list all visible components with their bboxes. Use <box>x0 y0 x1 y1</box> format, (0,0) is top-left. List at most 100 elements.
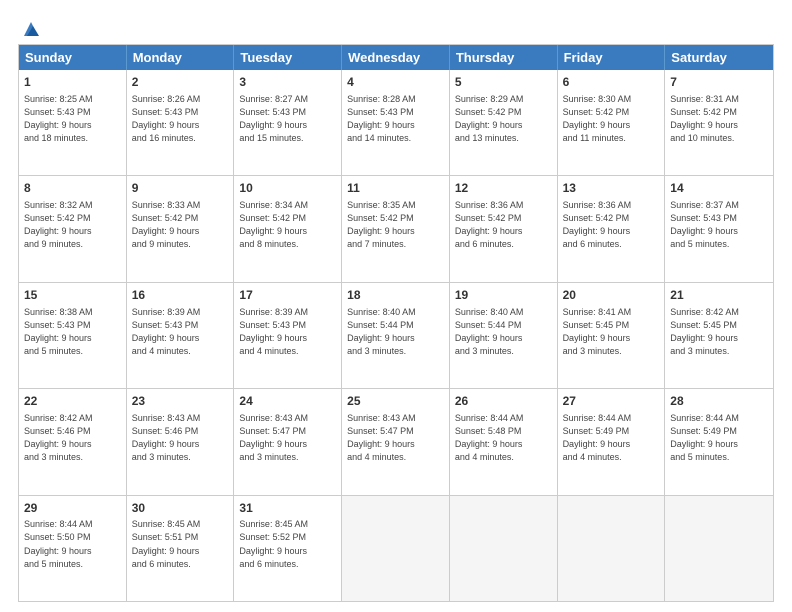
day-cell-8: 8 Sunrise: 8:32 AM Sunset: 5:42 PM Daylig… <box>19 176 127 281</box>
cell-info: Sunrise: 8:36 AM Sunset: 5:42 PM Dayligh… <box>455 199 552 251</box>
day-cell-18: 18Sunrise: 8:40 AM Sunset: 5:44 PM Dayli… <box>342 283 450 388</box>
cell-info: Sunrise: 8:29 AM Sunset: 5:42 PM Dayligh… <box>455 93 552 145</box>
day-cell-19: 19 Sunrise: 8:40 AM Sunset: 5:44 PM Dayli… <box>450 283 558 388</box>
day-cell-23: 23 Sunrise: 8:43 AM Sunset: 5:46 PM Dayli… <box>127 389 235 494</box>
page: SundayMondayTuesdayWednesdayThursdayFrid… <box>0 0 792 612</box>
cell-info: Sunrise: 8:32 AM Sunset: 5:42 PM Dayligh… <box>24 199 121 251</box>
empty-cell <box>450 496 558 601</box>
day-number: 16 <box>132 287 229 304</box>
day-cell-6: 6Sunrise: 8:30 AM Sunset: 5:42 PM Daylig… <box>558 70 666 175</box>
day-number: 24 <box>239 393 336 410</box>
day-number: 14 <box>670 180 768 197</box>
day-number: 1 <box>24 74 121 91</box>
day-number: 8 <box>24 180 121 197</box>
day-cell-24: 24 Sunrise: 8:43 AM Sunset: 5:47 PM Dayli… <box>234 389 342 494</box>
day-cell-17: 17 Sunrise: 8:39 AM Sunset: 5:43 PM Dayli… <box>234 283 342 388</box>
day-number: 5 <box>455 74 552 91</box>
cell-info: Sunrise: 8:38 AM Sunset: 5:43 PM Dayligh… <box>24 306 121 358</box>
cell-info: Sunrise: 8:28 AM Sunset: 5:43 PM Dayligh… <box>347 93 444 145</box>
day-number: 22 <box>24 393 121 410</box>
cell-info: Sunrise: 8:30 AM Sunset: 5:42 PM Dayligh… <box>563 93 660 145</box>
day-number: 4 <box>347 74 444 91</box>
header-day-sunday: Sunday <box>19 45 127 70</box>
day-number: 20 <box>563 287 660 304</box>
day-number: 10 <box>239 180 336 197</box>
cell-info: Sunrise: 8:44 AM Sunset: 5:48 PM Dayligh… <box>455 412 552 464</box>
day-cell-27: 27 Sunrise: 8:44 AM Sunset: 5:49 PM Dayli… <box>558 389 666 494</box>
day-cell-22: 22 Sunrise: 8:42 AM Sunset: 5:46 PM Dayli… <box>19 389 127 494</box>
cell-info: Sunrise: 8:31 AM Sunset: 5:42 PM Dayligh… <box>670 93 768 145</box>
header <box>18 18 774 36</box>
day-number: 11 <box>347 180 444 197</box>
cell-info: Sunrise: 8:26 AM Sunset: 5:43 PM Dayligh… <box>132 93 229 145</box>
day-number: 3 <box>239 74 336 91</box>
day-cell-11: 11 Sunrise: 8:35 AM Sunset: 5:42 PM Dayli… <box>342 176 450 281</box>
day-number: 12 <box>455 180 552 197</box>
day-cell-1: 1Sunrise: 8:25 AM Sunset: 5:43 PM Daylig… <box>19 70 127 175</box>
calendar-body: 1Sunrise: 8:25 AM Sunset: 5:43 PM Daylig… <box>19 70 773 601</box>
header-day-friday: Friday <box>558 45 666 70</box>
cell-info: Sunrise: 8:34 AM Sunset: 5:42 PM Dayligh… <box>239 199 336 251</box>
day-cell-10: 10 Sunrise: 8:34 AM Sunset: 5:42 PM Dayli… <box>234 176 342 281</box>
cell-info: Sunrise: 8:43 AM Sunset: 5:47 PM Dayligh… <box>239 412 336 464</box>
day-cell-14: 14 Sunrise: 8:37 AM Sunset: 5:43 PM Dayli… <box>665 176 773 281</box>
cell-info: Sunrise: 8:44 AM Sunset: 5:49 PM Dayligh… <box>563 412 660 464</box>
day-cell-29: 29Sunrise: 8:44 AM Sunset: 5:50 PM Dayli… <box>19 496 127 601</box>
day-number: 29 <box>24 500 121 517</box>
logo <box>18 18 42 36</box>
logo-icon <box>20 18 42 40</box>
cell-info: Sunrise: 8:40 AM Sunset: 5:44 PM Dayligh… <box>455 306 552 358</box>
cell-info: Sunrise: 8:37 AM Sunset: 5:43 PM Dayligh… <box>670 199 768 251</box>
day-number: 30 <box>132 500 229 517</box>
day-cell-13: 13Sunrise: 8:36 AM Sunset: 5:42 PM Dayli… <box>558 176 666 281</box>
calendar-row-1: 1Sunrise: 8:25 AM Sunset: 5:43 PM Daylig… <box>19 70 773 175</box>
header-day-tuesday: Tuesday <box>234 45 342 70</box>
cell-info: Sunrise: 8:45 AM Sunset: 5:51 PM Dayligh… <box>132 518 229 570</box>
day-number: 9 <box>132 180 229 197</box>
day-cell-3: 3Sunrise: 8:27 AM Sunset: 5:43 PM Daylig… <box>234 70 342 175</box>
day-number: 25 <box>347 393 444 410</box>
cell-info: Sunrise: 8:43 AM Sunset: 5:47 PM Dayligh… <box>347 412 444 464</box>
day-cell-25: 25 Sunrise: 8:43 AM Sunset: 5:47 PM Dayli… <box>342 389 450 494</box>
calendar-header: SundayMondayTuesdayWednesdayThursdayFrid… <box>19 45 773 70</box>
cell-info: Sunrise: 8:43 AM Sunset: 5:46 PM Dayligh… <box>132 412 229 464</box>
cell-info: Sunrise: 8:44 AM Sunset: 5:49 PM Dayligh… <box>670 412 768 464</box>
cell-info: Sunrise: 8:39 AM Sunset: 5:43 PM Dayligh… <box>239 306 336 358</box>
day-number: 2 <box>132 74 229 91</box>
day-cell-9: 9 Sunrise: 8:33 AM Sunset: 5:42 PM Daylig… <box>127 176 235 281</box>
day-cell-7: 7 Sunrise: 8:31 AM Sunset: 5:42 PM Daylig… <box>665 70 773 175</box>
cell-info: Sunrise: 8:39 AM Sunset: 5:43 PM Dayligh… <box>132 306 229 358</box>
empty-cell <box>342 496 450 601</box>
day-number: 19 <box>455 287 552 304</box>
cell-info: Sunrise: 8:35 AM Sunset: 5:42 PM Dayligh… <box>347 199 444 251</box>
day-number: 15 <box>24 287 121 304</box>
cell-info: Sunrise: 8:42 AM Sunset: 5:45 PM Dayligh… <box>670 306 768 358</box>
day-cell-28: 28 Sunrise: 8:44 AM Sunset: 5:49 PM Dayli… <box>665 389 773 494</box>
day-number: 23 <box>132 393 229 410</box>
day-cell-15: 15 Sunrise: 8:38 AM Sunset: 5:43 PM Dayli… <box>19 283 127 388</box>
day-cell-21: 21 Sunrise: 8:42 AM Sunset: 5:45 PM Dayli… <box>665 283 773 388</box>
day-number: 17 <box>239 287 336 304</box>
cell-info: Sunrise: 8:33 AM Sunset: 5:42 PM Dayligh… <box>132 199 229 251</box>
calendar-row-2: 8 Sunrise: 8:32 AM Sunset: 5:42 PM Daylig… <box>19 175 773 281</box>
day-number: 28 <box>670 393 768 410</box>
day-number: 7 <box>670 74 768 91</box>
day-number: 13 <box>563 180 660 197</box>
calendar-row-5: 29Sunrise: 8:44 AM Sunset: 5:50 PM Dayli… <box>19 495 773 601</box>
header-day-saturday: Saturday <box>665 45 773 70</box>
cell-info: Sunrise: 8:42 AM Sunset: 5:46 PM Dayligh… <box>24 412 121 464</box>
day-cell-26: 26Sunrise: 8:44 AM Sunset: 5:48 PM Dayli… <box>450 389 558 494</box>
empty-cell <box>665 496 773 601</box>
empty-cell <box>558 496 666 601</box>
day-cell-16: 16 Sunrise: 8:39 AM Sunset: 5:43 PM Dayli… <box>127 283 235 388</box>
day-number: 27 <box>563 393 660 410</box>
day-cell-12: 12 Sunrise: 8:36 AM Sunset: 5:42 PM Dayli… <box>450 176 558 281</box>
day-number: 21 <box>670 287 768 304</box>
day-cell-30: 30Sunrise: 8:45 AM Sunset: 5:51 PM Dayli… <box>127 496 235 601</box>
day-cell-5: 5 Sunrise: 8:29 AM Sunset: 5:42 PM Daylig… <box>450 70 558 175</box>
cell-info: Sunrise: 8:40 AM Sunset: 5:44 PM Dayligh… <box>347 306 444 358</box>
header-day-thursday: Thursday <box>450 45 558 70</box>
cell-info: Sunrise: 8:45 AM Sunset: 5:52 PM Dayligh… <box>239 518 336 570</box>
day-cell-2: 2 Sunrise: 8:26 AM Sunset: 5:43 PM Daylig… <box>127 70 235 175</box>
calendar-row-3: 15 Sunrise: 8:38 AM Sunset: 5:43 PM Dayli… <box>19 282 773 388</box>
